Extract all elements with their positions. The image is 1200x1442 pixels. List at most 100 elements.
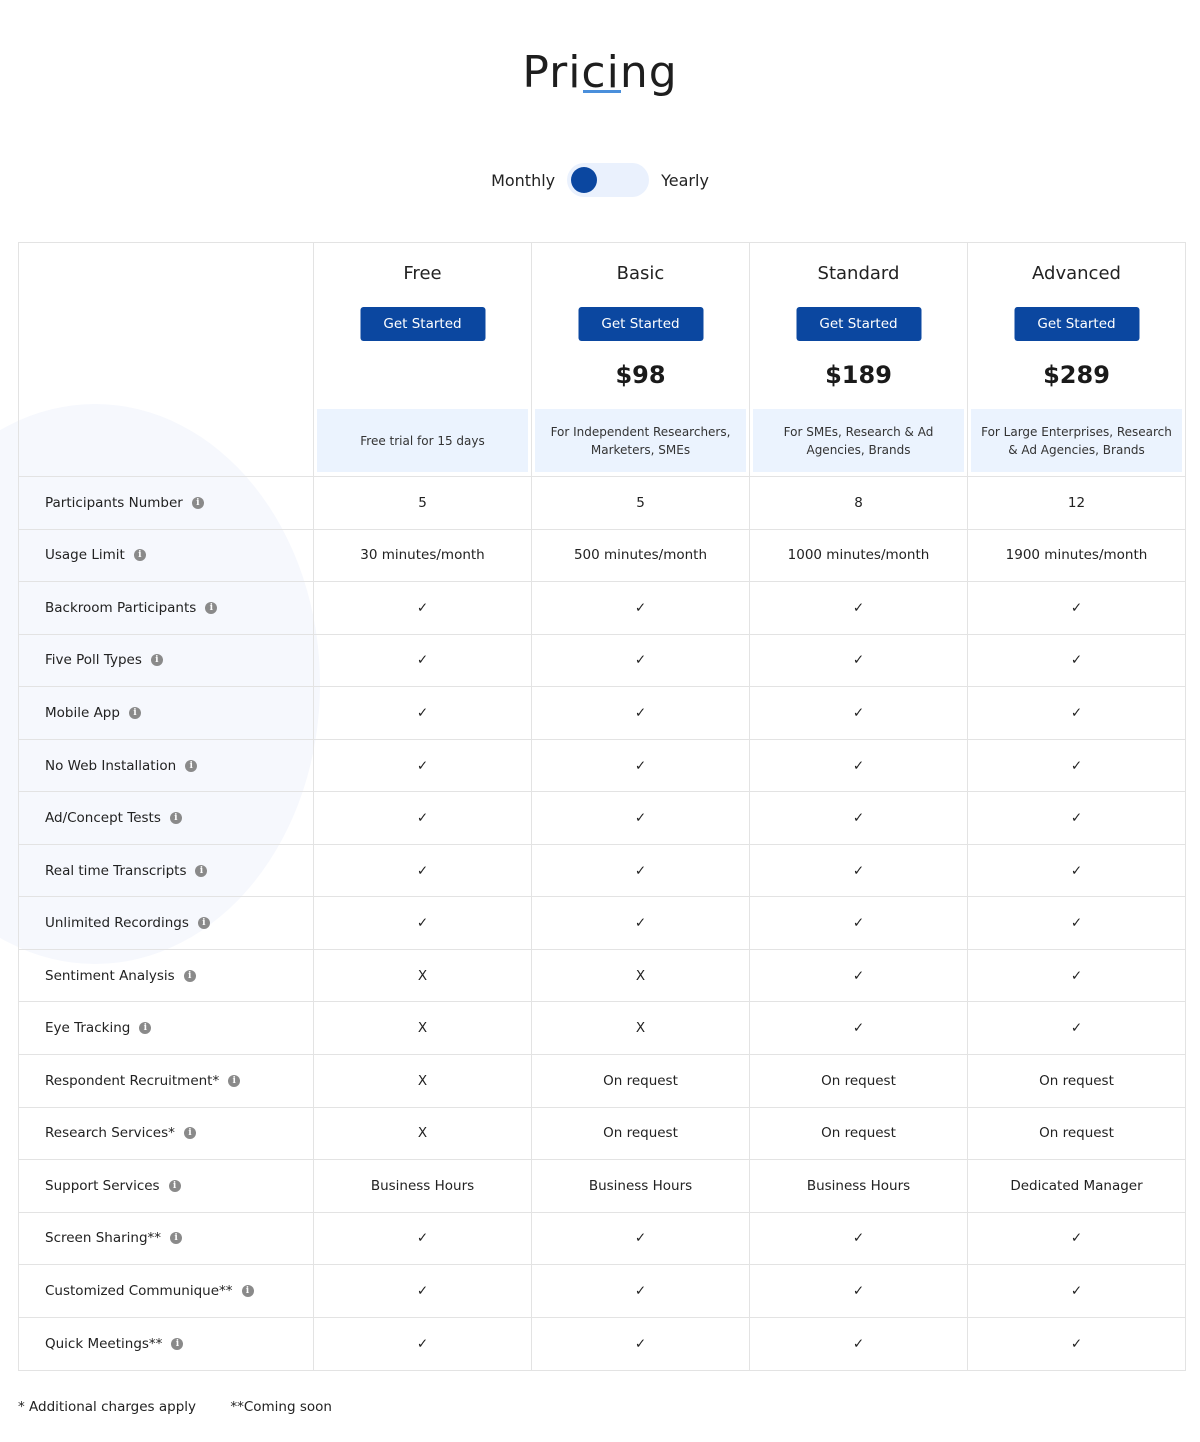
feature-label: Screen Sharing** bbox=[45, 1230, 162, 1247]
feature-value-cell: ✓ bbox=[750, 897, 968, 949]
check-icon: ✓ bbox=[416, 1230, 429, 1247]
info-icon[interactable]: i bbox=[183, 969, 196, 982]
info-icon[interactable]: i bbox=[191, 496, 204, 509]
feature-value: 1000 minutes/month bbox=[787, 547, 930, 564]
feature-row: Quick Meetings** i ✓ ✓ ✓ ✓ bbox=[19, 1317, 1185, 1371]
feature-value-cell: 500 minutes/month bbox=[532, 529, 750, 582]
info-icon[interactable]: i bbox=[139, 1022, 152, 1035]
check-icon: ✓ bbox=[1070, 862, 1083, 879]
feature-value-cell: ✓ bbox=[750, 739, 968, 792]
feature-value: 5 bbox=[418, 494, 427, 511]
feature-label: Respondent Recruitment* bbox=[45, 1072, 220, 1089]
feature-label: Usage Limit bbox=[45, 547, 125, 564]
check-icon: ✓ bbox=[852, 757, 865, 774]
check-icon: ✓ bbox=[852, 704, 865, 721]
feature-value-cell: ✓ bbox=[750, 1317, 968, 1371]
feature-value-cell: ✓ bbox=[750, 634, 968, 687]
info-icon[interactable]: i bbox=[150, 654, 163, 667]
info-icon[interactable]: i bbox=[185, 759, 198, 772]
check-icon: ✓ bbox=[416, 1282, 429, 1299]
cross-icon: X bbox=[417, 967, 428, 984]
billing-period-toggle[interactable] bbox=[567, 163, 650, 197]
cross-icon: X bbox=[635, 967, 646, 984]
feature-value-cell: ✓ bbox=[968, 582, 1185, 634]
info-icon[interactable]: i bbox=[241, 1284, 254, 1297]
feature-label-cell: No Web Installation i bbox=[19, 739, 314, 792]
billing-toggle-row: Monthly Yearly bbox=[0, 163, 1200, 197]
feature-label-cell: Customized Communique** i bbox=[19, 1265, 314, 1317]
feature-label: Real time Transcripts bbox=[45, 862, 187, 879]
feature-label-cell: Sentiment Analysis i bbox=[19, 949, 314, 1002]
feature-value-cell: 8 bbox=[750, 477, 968, 529]
check-icon: ✓ bbox=[634, 704, 647, 721]
feature-value: On request bbox=[603, 1072, 678, 1089]
feature-value-cell: X bbox=[314, 1107, 532, 1160]
feature-value: On request bbox=[603, 1125, 678, 1142]
feature-row: Participants Number i 5 5 8 12 bbox=[19, 477, 1185, 530]
feature-row: Customized Communique** i ✓ ✓ ✓ ✓ bbox=[19, 1265, 1185, 1318]
check-icon: ✓ bbox=[1070, 810, 1083, 827]
feature-value-cell: X bbox=[314, 949, 532, 1002]
feature-row: Mobile App i ✓ ✓ ✓ ✓ bbox=[19, 687, 1185, 740]
feature-value-cell: ✓ bbox=[532, 582, 750, 634]
get-started-button-advanced[interactable]: Get Started bbox=[1014, 307, 1139, 341]
feature-value-cell: ✓ bbox=[314, 844, 532, 897]
feature-value-cell: ✓ bbox=[968, 897, 1185, 949]
feature-value-cell: ✓ bbox=[532, 897, 750, 949]
info-icon[interactable]: i bbox=[133, 549, 146, 562]
get-started-button-free[interactable]: Get Started bbox=[360, 307, 485, 341]
info-icon[interactable]: i bbox=[128, 706, 141, 719]
feature-row: No Web Installation i ✓ ✓ ✓ ✓ bbox=[19, 739, 1185, 793]
check-icon: ✓ bbox=[852, 599, 865, 616]
check-icon: ✓ bbox=[852, 862, 865, 879]
feature-row: Research Services* i X On request On request… bbox=[19, 1107, 1185, 1161]
get-started-button-standard[interactable]: Get Started bbox=[796, 307, 921, 341]
check-icon: ✓ bbox=[852, 810, 865, 827]
check-icon: ✓ bbox=[416, 704, 429, 721]
feature-value-cell: Business Hours bbox=[750, 1160, 968, 1212]
feature-value-cell: ✓ bbox=[968, 950, 1185, 1002]
feature-label: Five Poll Types bbox=[45, 652, 142, 669]
plan-description: For Large Enterprises, Research & Ad Age… bbox=[971, 409, 1182, 472]
check-icon: ✓ bbox=[416, 757, 429, 774]
feature-value-cell: X bbox=[532, 949, 750, 1002]
feature-value-cell: ✓ bbox=[750, 1002, 968, 1055]
check-icon: ✓ bbox=[634, 1336, 647, 1353]
plan-name: Basic bbox=[616, 263, 665, 284]
info-icon[interactable]: i bbox=[183, 1127, 196, 1140]
feature-label: Eye Tracking bbox=[45, 1020, 131, 1037]
feature-label: Quick Meetings** bbox=[45, 1336, 163, 1353]
info-icon[interactable]: i bbox=[169, 812, 182, 825]
info-icon[interactable]: i bbox=[195, 864, 208, 877]
info-icon[interactable]: i bbox=[170, 1232, 183, 1245]
feature-row: Ad/Concept Tests i ✓ ✓ ✓ ✓ bbox=[19, 792, 1185, 845]
feature-label-cell: Backroom Participants i bbox=[19, 582, 314, 634]
info-icon[interactable]: i bbox=[228, 1074, 241, 1087]
monthly-label[interactable]: Monthly bbox=[491, 171, 555, 190]
feature-value-cell: ✓ bbox=[532, 1212, 750, 1265]
feature-label-cell: Real time Transcripts i bbox=[19, 844, 314, 897]
get-started-button-basic[interactable]: Get Started bbox=[578, 307, 703, 341]
footnote-additional-charges: * Additional charges apply bbox=[18, 1399, 197, 1415]
info-icon[interactable]: i bbox=[205, 601, 218, 614]
feature-row: Support Services i Business Hours Business … bbox=[19, 1160, 1185, 1213]
feature-label-cell: Quick Meetings** i bbox=[19, 1317, 314, 1371]
feature-label-cell: Screen Sharing** i bbox=[19, 1212, 314, 1265]
feature-row: Respondent Recruitment* i X On request On re… bbox=[19, 1055, 1185, 1108]
info-icon[interactable]: i bbox=[168, 1179, 181, 1192]
plan-column-advanced: Advanced Get Started $289 For Large Ente… bbox=[968, 243, 1185, 476]
feature-value-cell: On request bbox=[750, 1107, 968, 1160]
feature-value-cell: ✓ bbox=[532, 844, 750, 897]
info-icon[interactable]: i bbox=[197, 917, 210, 930]
feature-value-cell: ✓ bbox=[968, 1002, 1185, 1054]
feature-value-cell: ✓ bbox=[314, 582, 532, 634]
toggle-knob[interactable] bbox=[571, 167, 598, 193]
feature-value-cell: ✓ bbox=[968, 845, 1185, 897]
feature-value-cell: On request bbox=[532, 1055, 750, 1107]
feature-label-cell: Unlimited Recordings i bbox=[19, 897, 314, 949]
check-icon: ✓ bbox=[634, 1282, 647, 1299]
feature-label-cell: Support Services i bbox=[19, 1160, 314, 1212]
info-icon[interactable]: i bbox=[171, 1338, 184, 1351]
yearly-label[interactable]: Yearly bbox=[661, 171, 709, 190]
feature-value-cell: 30 minutes/month bbox=[314, 529, 532, 582]
